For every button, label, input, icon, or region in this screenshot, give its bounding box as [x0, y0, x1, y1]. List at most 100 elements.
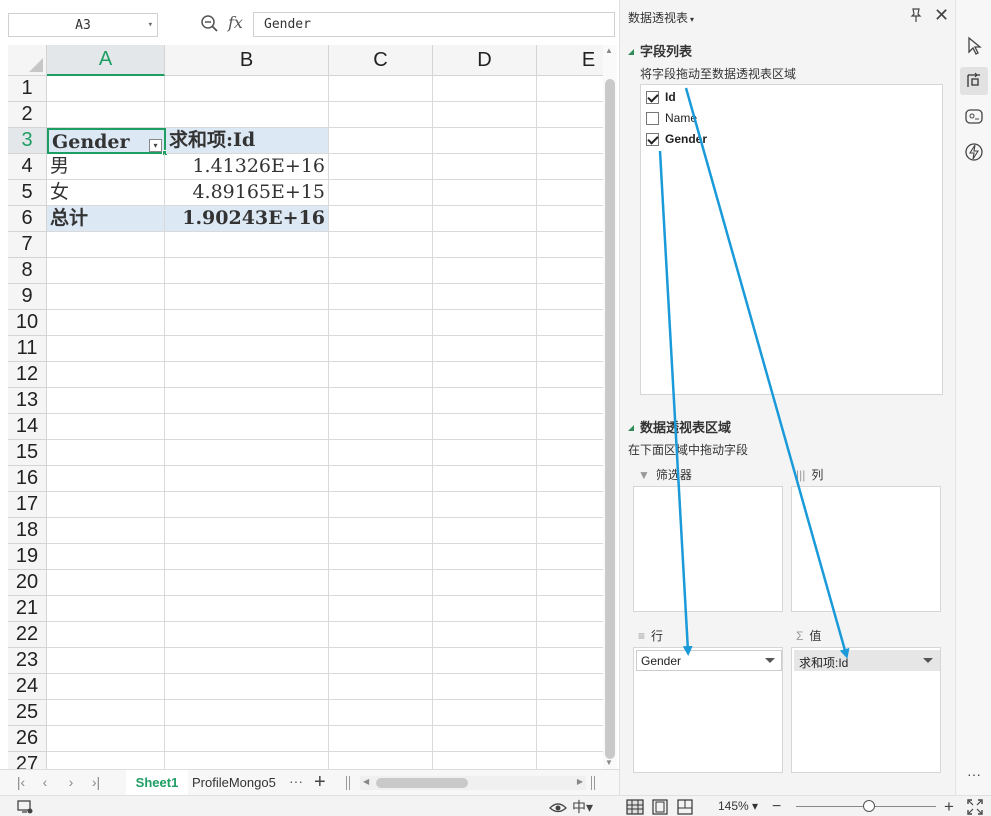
- empty-cell[interactable]: [433, 180, 537, 206]
- add-sheet-button[interactable]: +: [314, 771, 326, 793]
- empty-cell[interactable]: [329, 180, 433, 206]
- row-header-3[interactable]: 3: [8, 128, 47, 154]
- empty-cell[interactable]: [433, 258, 537, 284]
- empty-cell[interactable]: [537, 284, 603, 310]
- empty-cell[interactable]: [433, 518, 537, 544]
- cell-a5[interactable]: 女: [47, 180, 165, 206]
- empty-cell[interactable]: [329, 596, 433, 622]
- empty-cell[interactable]: [433, 466, 537, 492]
- empty-cell[interactable]: [537, 206, 603, 232]
- column-header-a[interactable]: A: [47, 45, 165, 76]
- empty-cell[interactable]: [47, 76, 165, 102]
- empty-cell[interactable]: [537, 466, 603, 492]
- empty-cell[interactable]: [329, 362, 433, 388]
- field-item-gender[interactable]: Gender: [646, 130, 707, 148]
- empty-cell[interactable]: [329, 102, 433, 128]
- filter-dropdown-icon[interactable]: ▾: [149, 139, 162, 152]
- empty-cell[interactable]: [165, 648, 329, 674]
- empty-cell[interactable]: [165, 414, 329, 440]
- empty-cell[interactable]: [47, 648, 165, 674]
- empty-cell[interactable]: [329, 388, 433, 414]
- empty-cell[interactable]: [537, 752, 603, 769]
- empty-cell[interactable]: [433, 154, 537, 180]
- empty-cell[interactable]: [329, 154, 433, 180]
- empty-cell[interactable]: [47, 284, 165, 310]
- page-break-view-icon[interactable]: [676, 798, 694, 816]
- horizontal-scroll-thumb[interactable]: [376, 778, 468, 788]
- empty-cell[interactable]: [165, 362, 329, 388]
- page-layout-view-icon[interactable]: [651, 798, 669, 816]
- macro-record-icon[interactable]: [16, 798, 34, 816]
- row-header-17[interactable]: 17: [8, 492, 47, 518]
- empty-cell[interactable]: [537, 596, 603, 622]
- empty-cell[interactable]: [537, 310, 603, 336]
- select-all-corner[interactable]: [8, 45, 47, 76]
- row-header-27[interactable]: 27: [8, 752, 47, 769]
- name-box[interactable]: A3 ▾: [8, 13, 158, 37]
- empty-cell[interactable]: [329, 284, 433, 310]
- empty-cell[interactable]: [433, 336, 537, 362]
- next-sheet-icon[interactable]: ›: [64, 774, 78, 790]
- empty-cell[interactable]: [433, 674, 537, 700]
- prev-sheet-icon[interactable]: ‹: [38, 774, 52, 790]
- empty-cell[interactable]: [433, 414, 537, 440]
- empty-cell[interactable]: [537, 180, 603, 206]
- empty-cell[interactable]: [433, 622, 537, 648]
- row-header-8[interactable]: 8: [8, 258, 47, 284]
- empty-cell[interactable]: [47, 232, 165, 258]
- tab-profilemongo[interactable]: ProfileMongo5: [192, 770, 280, 796]
- empty-cell[interactable]: [329, 440, 433, 466]
- empty-cell[interactable]: [47, 518, 165, 544]
- column-header-b[interactable]: B: [165, 45, 329, 76]
- empty-cell[interactable]: [47, 362, 165, 388]
- lightning-icon[interactable]: [964, 142, 984, 162]
- row-header-13[interactable]: 13: [8, 388, 47, 414]
- empty-cell[interactable]: [165, 284, 329, 310]
- empty-cell[interactable]: [329, 206, 433, 232]
- row-header-11[interactable]: 11: [8, 336, 47, 362]
- empty-cell[interactable]: [537, 258, 603, 284]
- column-header-e[interactable]: E: [537, 45, 603, 76]
- empty-cell[interactable]: [329, 570, 433, 596]
- empty-cell[interactable]: [165, 492, 329, 518]
- empty-cell[interactable]: [433, 492, 537, 518]
- empty-cell[interactable]: [433, 76, 537, 102]
- empty-cell[interactable]: [537, 232, 603, 258]
- cell-a3[interactable]: Gender ▾: [47, 128, 166, 154]
- empty-cell[interactable]: [329, 700, 433, 726]
- zoom-search-icon[interactable]: [200, 14, 220, 34]
- field-list-heading[interactable]: 字段列表: [628, 41, 692, 60]
- empty-cell[interactable]: [165, 310, 329, 336]
- empty-cell[interactable]: [433, 596, 537, 622]
- empty-cell[interactable]: [165, 336, 329, 362]
- empty-cell[interactable]: [537, 570, 603, 596]
- empty-cell[interactable]: [433, 362, 537, 388]
- empty-cell[interactable]: [433, 700, 537, 726]
- empty-cell[interactable]: [433, 232, 537, 258]
- empty-cell[interactable]: [47, 752, 165, 769]
- pin-icon[interactable]: [908, 7, 924, 23]
- empty-cell[interactable]: [47, 596, 165, 622]
- scroll-down-icon[interactable]: ▼: [605, 758, 613, 767]
- cell-b4[interactable]: 1.41326E+16: [165, 154, 329, 180]
- empty-cell[interactable]: [47, 622, 165, 648]
- row-header-2[interactable]: 2: [8, 102, 47, 128]
- cell-a4[interactable]: 男: [47, 154, 165, 180]
- row-header-15[interactable]: 15: [8, 440, 47, 466]
- filter-drop-area[interactable]: [633, 486, 783, 612]
- row-header-4[interactable]: 4: [8, 154, 47, 180]
- row-header-9[interactable]: 9: [8, 284, 47, 310]
- empty-cell[interactable]: [537, 336, 603, 362]
- close-icon[interactable]: ✕: [934, 6, 949, 24]
- row-header-23[interactable]: 23: [8, 648, 47, 674]
- cell-a6[interactable]: 总计: [47, 206, 165, 232]
- empty-cell[interactable]: [47, 570, 165, 596]
- scroll-up-icon[interactable]: ▲: [605, 46, 613, 55]
- empty-cell[interactable]: [537, 700, 603, 726]
- zoom-out-icon[interactable]: −: [772, 798, 781, 816]
- field-item-id[interactable]: Id: [646, 88, 676, 106]
- empty-cell[interactable]: [329, 518, 433, 544]
- data-analysis-icon[interactable]: [964, 107, 984, 127]
- empty-cell[interactable]: [433, 544, 537, 570]
- sheet-grid[interactable]: A B C D E 1 2 3 4 5 6 7 8 9 10 11 12 13 14 15 16 17 18 19 2…: [8, 45, 603, 769]
